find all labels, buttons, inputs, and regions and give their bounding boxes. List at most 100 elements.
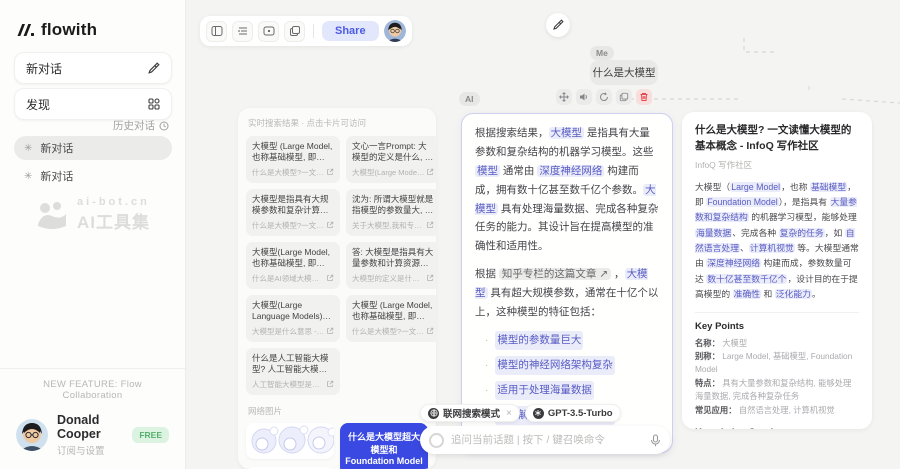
microphone-icon[interactable] bbox=[650, 434, 661, 447]
knowledge-graph-title: Knowledge Graph bbox=[695, 427, 859, 429]
text-run: ），是指具有 bbox=[779, 197, 830, 207]
highlight-term[interactable]: 计算机视觉 bbox=[749, 243, 795, 253]
text-run: 和 bbox=[761, 289, 775, 299]
highlight-term[interactable]: 模型 bbox=[475, 165, 500, 177]
user-profile[interactable]: Donald Cooper 订阅与设置 FREE bbox=[16, 413, 169, 457]
highlight-term[interactable]: 适用于处理海量数据 bbox=[495, 381, 594, 400]
new-feature-banner[interactable]: NEW FEATURE: Flow Collaboration bbox=[16, 379, 169, 401]
toolbar-avatar[interactable] bbox=[384, 20, 406, 42]
text-run: 、完成各种 bbox=[732, 228, 778, 238]
key-points-list: 名称： 大模型 别称： Large Model, 基础模型, Foundatio… bbox=[695, 337, 859, 417]
search-result-card[interactable]: 答: 大模型是指具有大量参数和计算资源的机器学习模型... 大模型的定义是什么?… bbox=[346, 242, 436, 289]
ai-answer-panel[interactable]: 根据搜索结果，大模型 是指具有大量参数和复杂结构的机器学习模型。这些 模型 通常… bbox=[461, 113, 673, 453]
spark-icon: ✳ bbox=[24, 171, 32, 182]
presentation-button[interactable] bbox=[258, 21, 279, 42]
text-run: 。 bbox=[812, 289, 821, 299]
highlight-term[interactable]: 深度神经网络 bbox=[537, 165, 604, 177]
source-reference-link[interactable]: 知乎专栏的这篇文章 ↗ bbox=[499, 268, 611, 280]
search-result-title: 大模型(Large Model,也称基础模型, 即Foundation... bbox=[252, 247, 334, 270]
search-result-card[interactable]: 大模型(Large Model,也称基础模型, 即Foundation... 什… bbox=[246, 242, 340, 289]
search-result-source: 大模型的定义是什么?大模型... bbox=[352, 273, 426, 284]
highlight-term[interactable]: 深度神经网络 bbox=[706, 258, 761, 268]
sidebar: flowith 新对话 发现 历史对话 ✳ 新对话 ✳ 新对话 ai-bo bbox=[0, 0, 186, 469]
composer-pills: 联网搜索模式 × GPT-3.5-Turbo bbox=[420, 404, 670, 422]
source-summary-panel: 什么是大模型? 一文读懂大模型的基本概念 - InfoQ 写作社区 InfoQ … bbox=[682, 112, 872, 429]
model-pill[interactable]: GPT-3.5-Turbo bbox=[525, 404, 621, 422]
text-run: ，也称 bbox=[781, 182, 810, 192]
highlight-term[interactable]: 大模型 bbox=[549, 127, 585, 139]
web-images-grid: 什么是大模型超大模型和 Foundation Model — · — ●●● bbox=[246, 423, 428, 469]
key-point-row: 别称： Large Model, 基础模型, Foundation Model bbox=[695, 350, 859, 376]
question-bubble[interactable]: 什么是大模型 bbox=[590, 60, 658, 85]
text-run: 根据搜索结果， bbox=[475, 127, 549, 139]
new-chat-label: 新对话 bbox=[26, 60, 62, 77]
external-link-icon bbox=[326, 327, 334, 335]
web-image-blue-card[interactable]: 什么是大模型超大模型和 Foundation Model — · — bbox=[340, 423, 428, 469]
highlight-term[interactable]: Foundation Model bbox=[706, 197, 778, 207]
model-label: GPT-3.5-Turbo bbox=[548, 408, 613, 419]
search-result-card[interactable]: 大模型是指具有大规模参数和复杂计算结构的机器学习模... 什么是大模型?一文读懂… bbox=[246, 189, 340, 236]
search-result-source: 人工智能大模型是什么?如何... bbox=[252, 379, 326, 390]
regenerate-button[interactable] bbox=[596, 89, 612, 105]
text-run: ， bbox=[611, 268, 624, 280]
search-result-card[interactable]: 大模型(Large Language Models)是指基于深度学习... 大模… bbox=[246, 295, 340, 342]
copy-node-button[interactable] bbox=[616, 89, 632, 105]
search-result-card[interactable]: 沈为: 所谓大模型就是指模型的参数量大, 但学术界并没... 关于大模型,我和专… bbox=[346, 189, 436, 236]
copy-canvas-button[interactable] bbox=[284, 21, 305, 42]
move-node-button[interactable] bbox=[556, 89, 572, 105]
highlight-term[interactable]: Large Model bbox=[730, 182, 781, 192]
ask-input[interactable] bbox=[451, 434, 643, 446]
toggle-sidebar-button[interactable] bbox=[206, 21, 227, 42]
search-result-title: 沈为: 所谓大模型就是指模型的参数量大, 但学术界并没... bbox=[352, 194, 434, 217]
history-item[interactable]: ✳ 新对话 bbox=[14, 136, 172, 160]
highlight-term[interactable]: 模型的参数量巨大 bbox=[495, 331, 583, 350]
history-steps-button[interactable] bbox=[232, 21, 253, 42]
web-image-venn[interactable] bbox=[246, 423, 334, 459]
app-title: flowith bbox=[41, 20, 97, 40]
search-result-card[interactable]: 什么是人工智能大模型? 人工智能大模型 (Artificial... 人工智能大… bbox=[246, 348, 340, 395]
bullet-dot: · bbox=[485, 357, 488, 375]
node-target-icon bbox=[429, 433, 444, 448]
web-search-mode-pill[interactable]: 联网搜索模式 × bbox=[420, 404, 520, 422]
ask-input-bar[interactable] bbox=[420, 426, 670, 454]
key-point-row: 名称： 大模型 bbox=[695, 337, 859, 350]
search-result-title: 什么是人工智能大模型? 人工智能大模型 (Artificial... bbox=[252, 353, 334, 376]
external-link-icon bbox=[326, 274, 334, 282]
search-result-card[interactable]: 文心一言Prompt: 大模型的定义是什么, 可以从多个角度... 大模型(La… bbox=[346, 136, 436, 183]
sidebar-footer: NEW FEATURE: Flow Collaboration Donald C… bbox=[0, 368, 185, 469]
highlight-term[interactable]: 泛化能力 bbox=[775, 289, 812, 299]
answer-bullet: · 适用于处理海量数据 bbox=[475, 381, 659, 400]
external-link-icon bbox=[326, 168, 334, 176]
search-result-card[interactable]: 大模型 (Large Model,也称基础模型, 即Foundation... … bbox=[346, 295, 436, 342]
highlight-term[interactable]: 数十亿甚至数千亿个 bbox=[706, 274, 787, 284]
highlight-term[interactable]: 基础模型 bbox=[810, 182, 847, 192]
pen-icon bbox=[147, 62, 160, 75]
divider bbox=[695, 312, 859, 313]
discover-button[interactable]: 发现 bbox=[14, 88, 172, 120]
user-settings-link[interactable]: 订阅与设置 bbox=[57, 443, 123, 457]
user-avatar[interactable] bbox=[16, 419, 48, 451]
history-item[interactable]: ✳ 新对话 bbox=[14, 164, 172, 188]
new-chat-button[interactable]: 新对话 bbox=[14, 52, 172, 84]
external-link-icon bbox=[426, 274, 434, 282]
highlight-term[interactable]: 海量数据 bbox=[695, 228, 732, 238]
toolbar-divider bbox=[313, 24, 314, 38]
text-run: 通常由 bbox=[500, 165, 537, 177]
app-logo: flowith bbox=[16, 20, 97, 40]
text-run: ，如 bbox=[825, 228, 845, 238]
search-result-title: 答: 大模型是指具有大量参数和计算资源的机器学习模型... bbox=[352, 247, 434, 270]
source-title[interactable]: 什么是大模型? 一文读懂大模型的基本概念 - InfoQ 写作社区 bbox=[695, 123, 859, 155]
node-action-bar bbox=[556, 89, 652, 105]
highlight-term[interactable]: 模型的神经网络架构复杂 bbox=[495, 356, 615, 375]
highlight-term[interactable]: 准确性 bbox=[733, 289, 761, 299]
share-button[interactable]: Share bbox=[322, 21, 379, 41]
read-aloud-button[interactable] bbox=[576, 89, 592, 105]
search-result-source: 关于大模型,我和专业人士一... bbox=[352, 220, 426, 231]
spark-icon: ✳ bbox=[24, 143, 32, 154]
highlight-term[interactable]: 复杂的任务 bbox=[779, 228, 825, 238]
search-result-card[interactable]: 大模型 (Large Model,也称基础模型, 即Foundation... … bbox=[246, 136, 340, 183]
search-result-source: 什么是大模型?一文读懂大模... bbox=[352, 326, 426, 337]
delete-node-button[interactable] bbox=[636, 89, 652, 105]
remove-mode-icon[interactable]: × bbox=[506, 408, 512, 419]
edit-node-button[interactable] bbox=[546, 13, 570, 37]
